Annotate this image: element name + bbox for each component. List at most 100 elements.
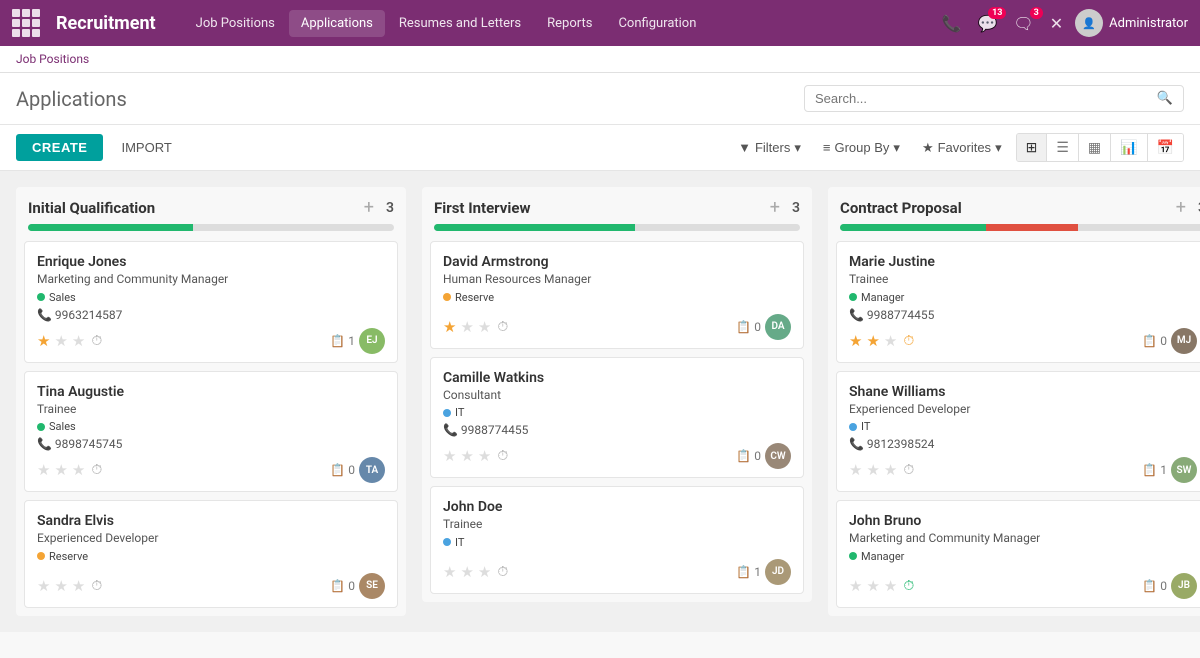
card-footer: ★★★ ⏱ 📋 0 TA (37, 457, 385, 483)
clock-icon: ⏱ (497, 448, 508, 464)
star-empty-icon[interactable]: ★ (460, 447, 473, 465)
star-empty-icon[interactable]: ★ (460, 563, 473, 581)
grid-view-button[interactable]: ▦ (1079, 134, 1111, 161)
star-empty-icon[interactable]: ★ (884, 332, 897, 350)
star-empty-icon[interactable]: ★ (884, 577, 897, 595)
settings-icon[interactable]: ✕ (1046, 10, 1067, 37)
nav-configuration[interactable]: Configuration (606, 10, 708, 37)
star-empty-icon[interactable]: ★ (478, 563, 491, 581)
calendar-view-button[interactable]: 📅 (1148, 134, 1183, 161)
star-icon: ★ (922, 140, 934, 156)
card-phone: 📞 9812398524 (849, 437, 1197, 451)
nav-reports[interactable]: Reports (535, 10, 604, 37)
filters-button[interactable]: ▼ Filters ▾ (730, 136, 809, 160)
import-button[interactable]: IMPORT (111, 134, 181, 161)
star-empty-icon[interactable]: ★ (884, 461, 897, 479)
star-empty-icon[interactable]: ★ (849, 577, 862, 595)
star-empty-icon[interactable]: ★ (443, 563, 456, 581)
card-name: Shane Williams (849, 384, 1197, 400)
app-grid-icon[interactable] (12, 9, 40, 37)
doc-icon: 📋 (1142, 463, 1157, 477)
kanban-card[interactable]: Shane Williams Experienced Developer IT … (836, 371, 1200, 493)
chat-icon[interactable]: 🗨 3 (1009, 10, 1037, 37)
card-tag: Sales (37, 291, 76, 304)
star-empty-icon[interactable]: ★ (54, 577, 67, 595)
messages-icon[interactable]: 💬 13 (974, 10, 1002, 37)
kanban-card[interactable]: David Armstrong Human Resources Manager … (430, 241, 804, 349)
star-empty-icon[interactable]: ★ (478, 318, 491, 336)
kanban-board: Initial Qualification + 3 Enrique Jones … (0, 171, 1200, 632)
card-avatar: SW (1171, 457, 1197, 483)
doc-count: 📋 0 (330, 463, 355, 477)
star-empty-icon[interactable]: ★ (72, 577, 85, 595)
kanban-card[interactable]: John Bruno Marketing and Community Manag… (836, 500, 1200, 608)
doc-icon: 📋 (736, 320, 751, 334)
search-bar[interactable]: 🔍 (804, 85, 1184, 112)
doc-count: 📋 1 (1142, 463, 1167, 477)
doc-count: 📋 0 (1142, 579, 1167, 593)
doc-icon: 📋 (330, 463, 345, 477)
col-add-icon[interactable]: + (360, 197, 378, 218)
groupby-chevron: ▾ (893, 140, 900, 156)
kanban-col-first-interview: First Interview + 3 David Armstrong Huma… (422, 187, 812, 602)
star-empty-icon[interactable]: ★ (849, 461, 862, 479)
breadcrumb: Job Positions (0, 46, 1200, 73)
top-navigation: Recruitment Job Positions Applications R… (0, 0, 1200, 46)
doc-count: 📋 0 (736, 449, 761, 463)
card-phone: 📞 9898745745 (37, 437, 385, 451)
star-empty-icon[interactable]: ★ (478, 447, 491, 465)
star-empty-icon[interactable]: ★ (37, 461, 50, 479)
page-header: Applications 🔍 (0, 73, 1200, 125)
kanban-card[interactable]: Marie Justine Trainee Manager 📞 99887744… (836, 241, 1200, 363)
col-add-icon[interactable]: + (1172, 197, 1190, 218)
card-phone: 📞 9988774455 (443, 423, 791, 437)
card-footer: ★★★ ⏱ 📋 1 EJ (37, 328, 385, 354)
nav-applications[interactable]: Applications (289, 10, 385, 37)
favorites-button[interactable]: ★ Favorites ▾ (914, 136, 1010, 160)
kanban-card[interactable]: Camille Watkins Consultant IT 📞 99887744… (430, 357, 804, 479)
page-title: Applications (16, 87, 792, 111)
kanban-card[interactable]: Tina Augustie Trainee Sales 📞 9898745745… (24, 371, 398, 493)
groupby-button[interactable]: ≡ Group By ▾ (815, 136, 908, 160)
star-empty-icon[interactable]: ★ (866, 577, 879, 595)
nav-resumes-letters[interactable]: Resumes and Letters (387, 10, 533, 37)
tag-dot (849, 293, 857, 301)
card-avatar: JB (1171, 573, 1197, 599)
star-empty-icon[interactable]: ★ (54, 461, 67, 479)
kanban-view-button[interactable]: ⊞ (1017, 134, 1048, 161)
search-icon: 🔍 (1157, 91, 1173, 106)
search-input[interactable] (815, 91, 1151, 106)
list-view-button[interactable]: ☰ (1047, 134, 1079, 161)
star-empty-icon[interactable]: ★ (37, 577, 50, 595)
star-empty-icon[interactable]: ★ (460, 318, 473, 336)
kanban-card[interactable]: Enrique Jones Marketing and Community Ma… (24, 241, 398, 363)
star-filled-icon[interactable]: ★ (849, 332, 862, 350)
user-menu[interactable]: 👤 Administrator (1075, 9, 1188, 37)
star-empty-icon[interactable]: ★ (54, 332, 67, 350)
card-role: Trainee (37, 402, 385, 416)
card-role: Experienced Developer (849, 402, 1197, 416)
star-filled-icon[interactable]: ★ (866, 332, 879, 350)
card-name: John Doe (443, 499, 791, 515)
chart-view-button[interactable]: 📊 (1111, 134, 1147, 161)
nav-job-positions[interactable]: Job Positions (184, 10, 287, 37)
phone-icon[interactable]: 📞 (938, 10, 966, 37)
star-empty-icon[interactable]: ★ (72, 461, 85, 479)
card-tag: IT (443, 406, 464, 419)
col-add-icon[interactable]: + (766, 197, 784, 218)
kanban-card[interactable]: John Doe Trainee IT ★★★ ⏱ 📋 1 JD (430, 486, 804, 594)
star-empty-icon[interactable]: ★ (72, 332, 85, 350)
star-filled-icon[interactable]: ★ (443, 318, 456, 336)
card-avatar: EJ (359, 328, 385, 354)
filters-chevron: ▾ (794, 140, 801, 156)
card-role: Human Resources Manager (443, 272, 791, 286)
kanban-card[interactable]: Sandra Elvis Experienced Developer Reser… (24, 500, 398, 608)
star-empty-icon[interactable]: ★ (443, 447, 456, 465)
tag-dot (849, 552, 857, 560)
kanban-col-initial-qualification: Initial Qualification + 3 Enrique Jones … (16, 187, 406, 616)
star-filled-icon[interactable]: ★ (37, 332, 50, 350)
star-empty-icon[interactable]: ★ (866, 461, 879, 479)
create-button[interactable]: CREATE (16, 134, 103, 161)
breadcrumb-link[interactable]: Job Positions (16, 52, 89, 66)
clock-icon: ⏱ (91, 333, 102, 349)
